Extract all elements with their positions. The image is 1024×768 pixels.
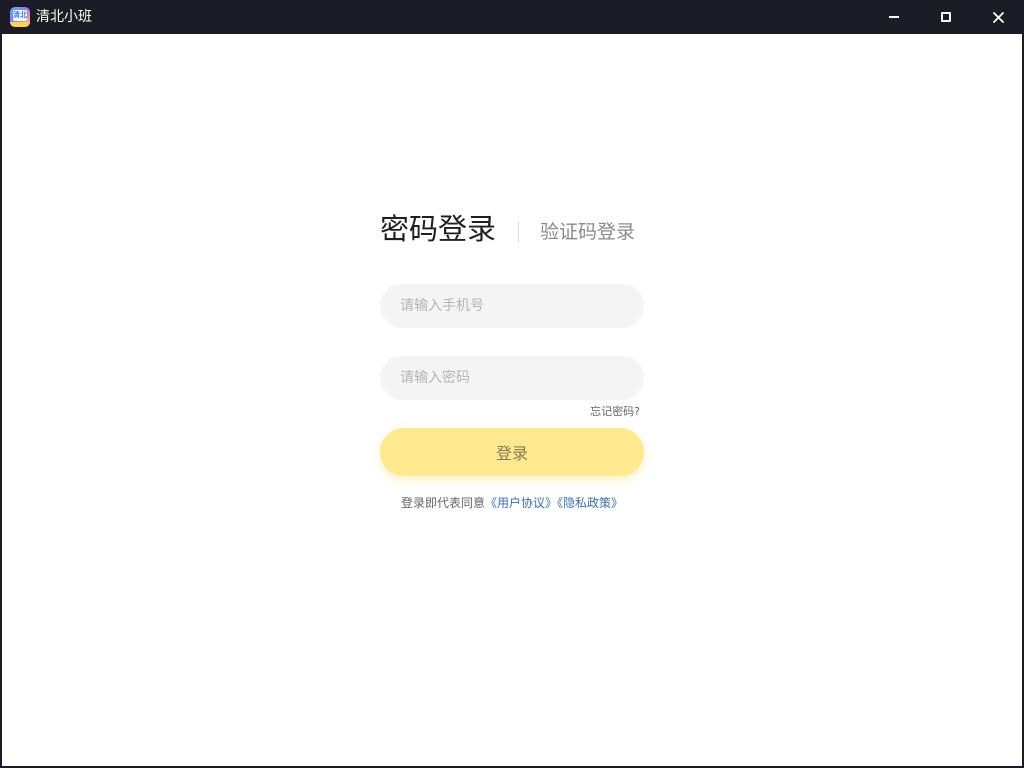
phone-input[interactable] xyxy=(380,284,644,328)
tab-password-login[interactable]: 密码登录 xyxy=(380,212,496,246)
maximize-icon xyxy=(941,12,951,22)
close-button[interactable] xyxy=(975,0,1021,34)
privacy-policy-link[interactable]: 《隐私政策》 xyxy=(557,496,623,510)
close-icon xyxy=(992,11,1004,23)
minimize-icon xyxy=(889,16,899,18)
app-logo-text: 清北 xyxy=(13,10,27,21)
app-window: 清北 清北小班 密码登录 验证码登录 忘记密码? 登录 登录即代表同意《用户协议… xyxy=(0,0,1024,768)
forgot-password-link[interactable]: 忘记密码? xyxy=(580,404,640,420)
title-bar[interactable]: 清北 清北小班 xyxy=(0,0,1024,34)
password-input[interactable] xyxy=(380,356,644,400)
window-title: 清北小班 xyxy=(36,9,92,25)
user-agreement-link[interactable]: 《用户协议》 xyxy=(485,496,557,510)
tab-divider xyxy=(518,222,519,242)
app-logo-icon: 清北 xyxy=(10,7,30,27)
minimize-button[interactable] xyxy=(871,0,917,34)
login-page xyxy=(2,34,1022,766)
agreement-text: 登录即代表同意《用户协议》《隐私政策》 xyxy=(380,494,644,512)
agreement-prefix: 登录即代表同意 xyxy=(400,496,485,510)
maximize-button[interactable] xyxy=(923,0,969,34)
login-tabs: 密码登录 验证码登录 xyxy=(380,212,650,252)
tab-code-login[interactable]: 验证码登录 xyxy=(540,219,635,245)
login-button[interactable]: 登录 xyxy=(380,428,644,476)
